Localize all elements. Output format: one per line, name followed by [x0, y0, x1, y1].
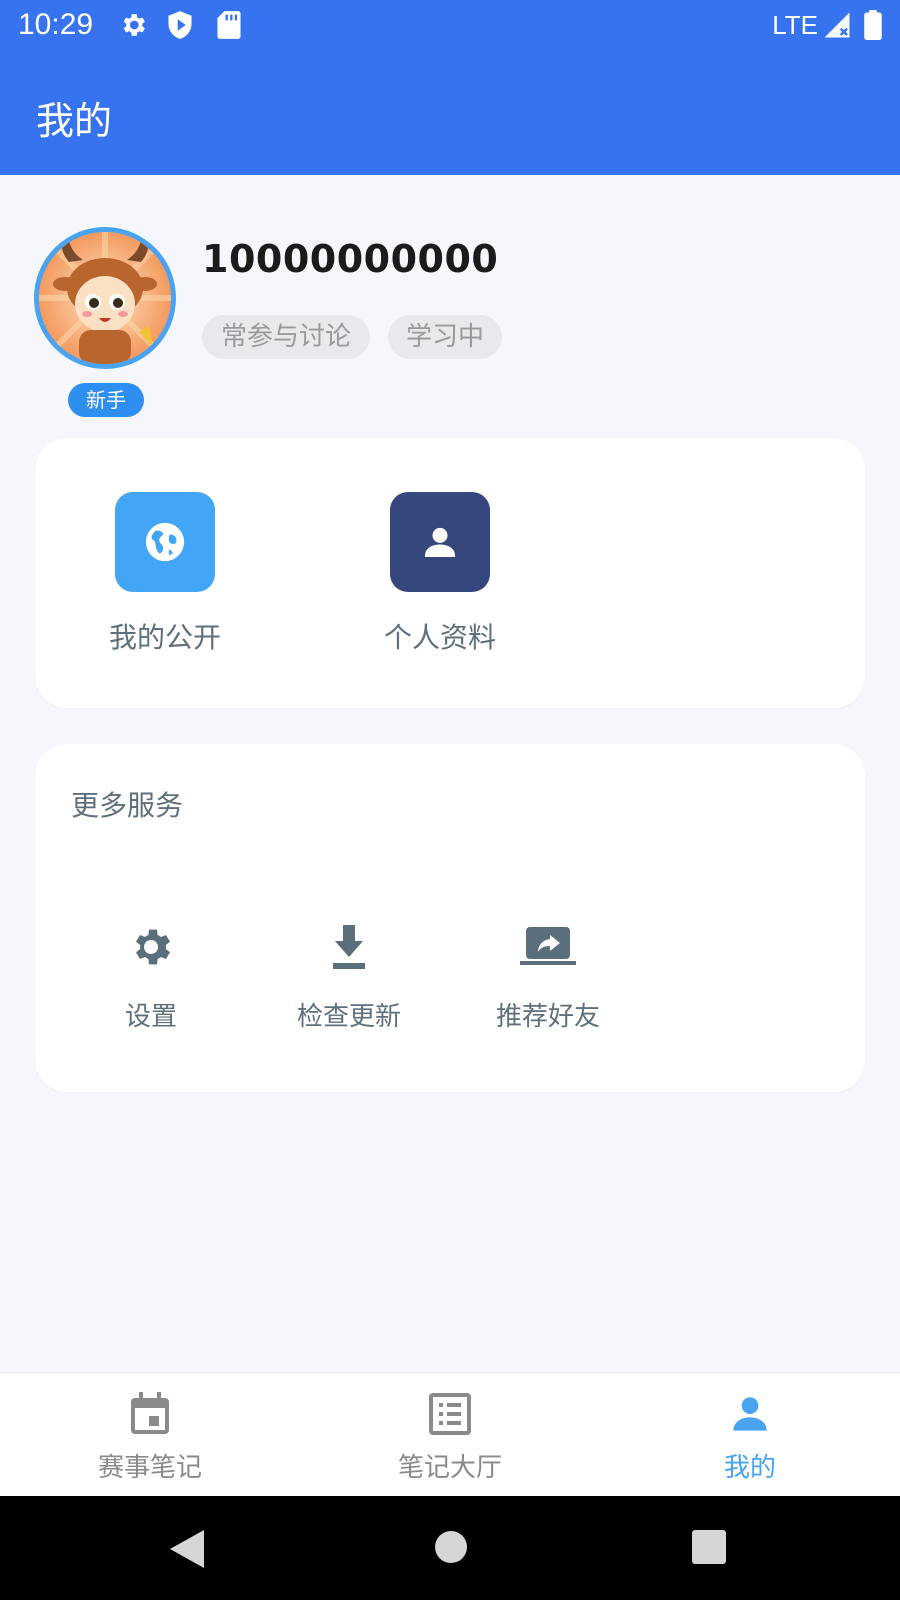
check-update-label: 检查更新 [296, 1002, 401, 1032]
bottom-navigation: 赛事笔记 笔记大厅 我的 [0, 1372, 900, 1496]
signal-icon [822, 10, 852, 44]
settings-label: 设置 [124, 1002, 177, 1032]
network-type: LTE [772, 10, 818, 40]
system-navigation-bar [0, 1496, 900, 1600]
cartoon-avatar-icon [39, 232, 171, 364]
list-icon [350, 1391, 550, 1437]
more-services-card: 更多服务 设置 检查更新 推荐好友 [35, 744, 865, 1092]
gear-icon [76, 922, 226, 972]
nav-label: 赛事笔记 [97, 1453, 202, 1483]
username: 10000000000 [202, 237, 499, 281]
my-public-label: 我的公开 [108, 621, 221, 654]
sd-card-icon [216, 10, 242, 44]
back-icon[interactable] [170, 1530, 204, 1572]
nav-label: 我的 [723, 1453, 776, 1483]
recommend-friends-label: 推荐好友 [495, 1002, 600, 1032]
nav-label: 笔记大厅 [397, 1453, 502, 1483]
download-icon [274, 922, 424, 972]
person-icon [390, 492, 490, 592]
nav-item-match-notes[interactable]: 赛事笔记 [50, 1391, 250, 1484]
level-badge: 新手 [68, 383, 144, 417]
nav-item-notes-hall[interactable]: 笔记大厅 [350, 1391, 550, 1484]
nav-item-mine[interactable]: 我的 [650, 1391, 850, 1484]
profile-tag: 常参与讨论 [202, 315, 370, 359]
home-icon[interactable] [434, 1530, 468, 1568]
profile-info-button[interactable]: 个人资料 [350, 492, 530, 656]
recents-icon[interactable] [692, 1530, 726, 1568]
gear-icon [118, 10, 148, 44]
recommend-friends-button[interactable]: 推荐好友 [473, 922, 623, 1033]
profile-header: 新手 10000000000 常参与讨论 学习中 [0, 175, 900, 417]
settings-button[interactable]: 设置 [76, 922, 226, 1033]
check-update-button[interactable]: 检查更新 [274, 922, 424, 1033]
status-bar: 10:29 LTE [0, 0, 900, 52]
calendar-icon [50, 1391, 250, 1437]
app-bar: 我的 [0, 52, 900, 175]
profile-info-label: 个人资料 [383, 621, 496, 654]
my-public-button[interactable]: 我的公开 [75, 492, 255, 656]
profile-tag: 学习中 [388, 315, 502, 359]
avatar-image [34, 227, 176, 369]
shield-play-icon [166, 10, 194, 44]
person-icon [650, 1391, 850, 1437]
avatar[interactable]: 新手 [34, 227, 176, 417]
status-time: 10:29 [18, 8, 94, 41]
battery-icon [864, 10, 882, 44]
page-title: 我的 [36, 99, 113, 143]
share-icon [473, 922, 623, 972]
globe-icon [115, 492, 215, 592]
section-title: 更多服务 [71, 789, 184, 822]
quick-actions-card: 我的公开 个人资料 [35, 438, 865, 708]
